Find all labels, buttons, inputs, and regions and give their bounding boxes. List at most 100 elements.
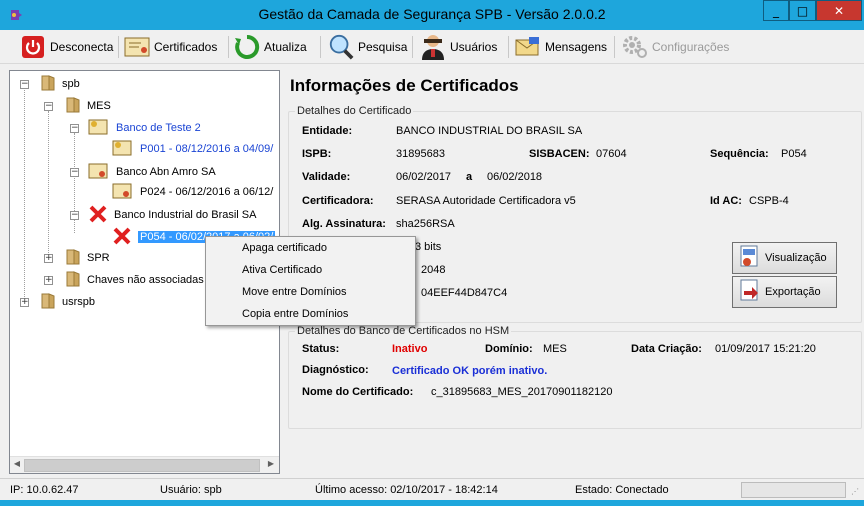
tree-node-banco-teste[interactable]: Banco de Teste 2 [88, 119, 201, 137]
collapse-toggle[interactable]: − [44, 102, 53, 111]
export-button[interactable]: Exportação [732, 276, 837, 308]
expand-toggle[interactable]: + [20, 298, 29, 307]
toolbar-separator [412, 36, 413, 58]
serial-value: 04EEF44D847C4 [421, 287, 508, 299]
tree-node-spr[interactable]: SPR [65, 248, 110, 269]
tree-node-banco-teste-cert[interactable]: P001 - 08/12/2016 a 04/09/ [112, 140, 273, 158]
tree-node-industrial[interactable]: Banco Industrial do Brasil SA [88, 205, 256, 224]
gear-icon [622, 34, 648, 60]
tree-node-spb[interactable]: spb [40, 74, 80, 93]
settings-button[interactable]: Configurações [622, 33, 729, 61]
window-bottom-border [0, 500, 864, 506]
scroll-thumb[interactable] [24, 459, 260, 472]
tree-node-mes[interactable]: MES [65, 96, 111, 117]
resize-grip-icon[interactable]: ⋰ [851, 487, 859, 496]
collapse-toggle[interactable]: − [70, 124, 79, 133]
search-label: Pesquisa [358, 40, 408, 54]
page-title: Informações de Certificados [290, 76, 519, 95]
ispb-value: 31895683 [396, 148, 445, 160]
tree-node-label: Banco Abn Amro SA [116, 166, 216, 178]
tree-node-label: spb [62, 78, 80, 90]
nome-certificado-value: c_31895683_MES_20170901182120 [431, 386, 613, 398]
certificate-icon [124, 34, 150, 60]
menu-item-delete-certificate[interactable]: Apaga certificado [242, 242, 327, 254]
certificate-icon [88, 118, 110, 139]
expand-toggle[interactable]: + [44, 276, 53, 285]
validade-from: 06/02/2017 [396, 171, 452, 183]
collapse-toggle[interactable]: − [20, 80, 29, 89]
refresh-icon [234, 34, 260, 60]
certificate-icon [88, 162, 110, 183]
toolbar-separator [614, 36, 615, 58]
dominio-value: MES [543, 343, 567, 355]
search-icon [328, 34, 354, 60]
users-button[interactable]: Usuários [420, 33, 497, 61]
horizontal-scrollbar[interactable]: ◀ ▶ [10, 456, 279, 473]
nome-certificado-label: Nome do Certificado: [302, 386, 414, 398]
validade-to: 06/02/2018 [487, 171, 543, 183]
validade-separator: a [466, 171, 473, 183]
toolbar-separator [508, 36, 509, 58]
collapse-toggle[interactable]: − [70, 211, 79, 220]
certificates-label: Certificados [154, 40, 218, 54]
tree-node-label: P024 - 06/12/2016 a 06/12/ [140, 186, 274, 198]
certificadora-value: SERASA Autoridade Certificadora v5 [396, 195, 576, 207]
toolbar-separator [228, 36, 229, 58]
alg-label: Alg. Assinatura: [302, 218, 386, 230]
certificates-button[interactable]: Certificados [124, 33, 217, 61]
disconnect-button[interactable]: Desconecta [20, 33, 113, 61]
refresh-label: Atualiza [264, 40, 307, 54]
certificadora-label: Certificadora: [302, 195, 374, 207]
sisbacen-value: 07604 [596, 148, 627, 160]
tree-node-label: SPR [87, 252, 110, 264]
power-icon [20, 34, 46, 60]
status-user: Usuário: spb [160, 484, 222, 496]
title-bar: Gestão da Camada de Segurança SPB - Vers… [0, 0, 864, 30]
expand-toggle[interactable]: + [44, 254, 53, 263]
menu-item-move-domains[interactable]: Move entre Domínios [242, 286, 347, 298]
idac-label: Id AC: [710, 195, 742, 207]
exponent-value: 2048 [421, 264, 446, 276]
key-bits-value: 3 bits [415, 241, 442, 253]
scroll-left-arrow-icon[interactable]: ◀ [11, 459, 23, 472]
search-button[interactable]: Pesquisa [328, 33, 407, 61]
certificate-icon [112, 182, 134, 203]
messages-button[interactable]: Mensagens [515, 33, 607, 61]
close-button[interactable]: ✕ [816, 0, 862, 21]
user-icon [420, 34, 446, 60]
window-title: Gestão da Camada de Segurança SPB - Vers… [258, 6, 606, 22]
menu-item-activate-certificate[interactable]: Ativa Certificado [242, 264, 322, 276]
status-bar: IP: 10.0.62.47 Usuário: spb Último acess… [0, 478, 864, 500]
tree-node-usrspb[interactable]: usrspb [40, 292, 96, 311]
status-last-access: Último acesso: 02/10/2017 - 18:42:14 [315, 484, 498, 496]
validade-label: Validade: [302, 171, 351, 183]
tree-node-abn[interactable]: Banco Abn Amro SA [88, 163, 216, 181]
tree-node-label: usrspb [62, 296, 96, 308]
refresh-button[interactable]: Atualiza [234, 33, 307, 61]
certificate-icon [112, 139, 134, 160]
group-label: Detalhes do Certificado [295, 105, 414, 117]
tree-node-chaves[interactable]: Chaves não associadas [65, 270, 204, 289]
tree-node-label: Banco de Teste 2 [116, 122, 201, 134]
status-state: Estado: Conectado [575, 484, 669, 496]
tree-connector [48, 111, 49, 259]
diagnostico-value: Certificado OK porém inativo. [392, 365, 548, 377]
sisbacen-label: SISBACEN: [529, 148, 590, 160]
status-progress-bar [741, 482, 846, 498]
scroll-right-arrow-icon[interactable]: ▶ [265, 459, 277, 472]
certificate-view-icon [739, 245, 761, 272]
maximize-button[interactable]: □ [789, 0, 816, 21]
folder-icon [65, 96, 81, 117]
minimize-button[interactable]: _ [763, 0, 789, 21]
menu-item-copy-domains[interactable]: Copia entre Domínios [242, 308, 348, 320]
messages-label: Mensagens [545, 40, 608, 54]
collapse-toggle[interactable]: − [70, 168, 79, 177]
folder-icon [65, 248, 81, 269]
view-button[interactable]: Visualização [732, 242, 837, 274]
tree-node-abn-cert[interactable]: P024 - 06/12/2016 a 06/12/ [112, 183, 273, 201]
view-button-label: Visualização [765, 252, 827, 264]
toolbar-separator [118, 36, 119, 58]
error-x-icon [112, 227, 132, 248]
idac-value: CSPB-4 [749, 195, 789, 207]
tree-node-label: Chaves não associadas [87, 274, 204, 286]
